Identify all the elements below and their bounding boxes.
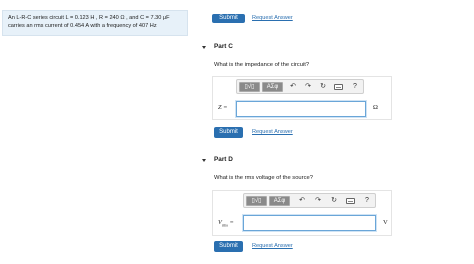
reset-icon[interactable]: ↻ <box>319 83 327 91</box>
part-c-collapse-icon[interactable] <box>202 46 206 49</box>
redo-icon[interactable]: ↷ <box>304 83 312 91</box>
undo-icon[interactable]: ↶ <box>298 197 306 205</box>
vrms-label-equals: = <box>229 219 234 226</box>
impedance-input[interactable] <box>236 101 366 117</box>
templates-button[interactable]: ▯√▯ <box>246 196 267 206</box>
keyboard-icon[interactable] <box>334 84 343 90</box>
submit-button-prev[interactable]: Submit <box>212 14 245 23</box>
symbols-button[interactable]: ΑΣφ <box>269 196 290 206</box>
part-c-question: What is the impedance of the circuit? <box>214 62 310 68</box>
symbols-button[interactable]: ΑΣφ <box>262 82 283 92</box>
part-d-collapse-icon[interactable] <box>202 159 206 162</box>
problem-statement: An L-R-C series circuit L = 0.123 H , R … <box>2 10 188 36</box>
part-d-request-answer-link[interactable]: Request Answer <box>252 243 293 249</box>
help-icon[interactable]: ? <box>351 83 359 91</box>
part-c-submit-button[interactable]: Submit <box>214 127 243 138</box>
impedance-unit: Ω <box>373 104 378 111</box>
part-c-title: Part C <box>214 43 233 50</box>
part-c-request-answer-link[interactable]: Request Answer <box>252 129 293 135</box>
templates-button[interactable]: ▯√▯ <box>239 82 260 92</box>
part-d-submit-button[interactable]: Submit <box>214 241 243 252</box>
part-d-math-toolbar: ▯√▯ ΑΣφ ↶ ↷ ↻ ? <box>243 193 376 208</box>
part-c-math-toolbar: ▯√▯ ΑΣφ ↶ ↷ ↻ ? <box>236 79 364 94</box>
help-icon[interactable]: ? <box>363 197 371 205</box>
vrms-input[interactable] <box>243 215 376 231</box>
impedance-label: Z = <box>218 104 228 111</box>
problem-text: An L-R-C series circuit L = 0.123 H , R … <box>8 15 170 29</box>
part-d-question: What is the rms voltage of the source? <box>214 175 313 181</box>
request-answer-link-prev[interactable]: Request Answer <box>252 15 293 21</box>
undo-icon[interactable]: ↶ <box>289 83 297 91</box>
keyboard-icon[interactable] <box>346 198 355 204</box>
vrms-label-subscript: rms <box>221 222 228 228</box>
reset-icon[interactable]: ↻ <box>330 197 338 205</box>
vrms-unit: V <box>383 219 388 226</box>
part-d-title: Part D <box>214 156 233 163</box>
vrms-label: Vrms = <box>218 219 234 227</box>
redo-icon[interactable]: ↷ <box>314 197 322 205</box>
